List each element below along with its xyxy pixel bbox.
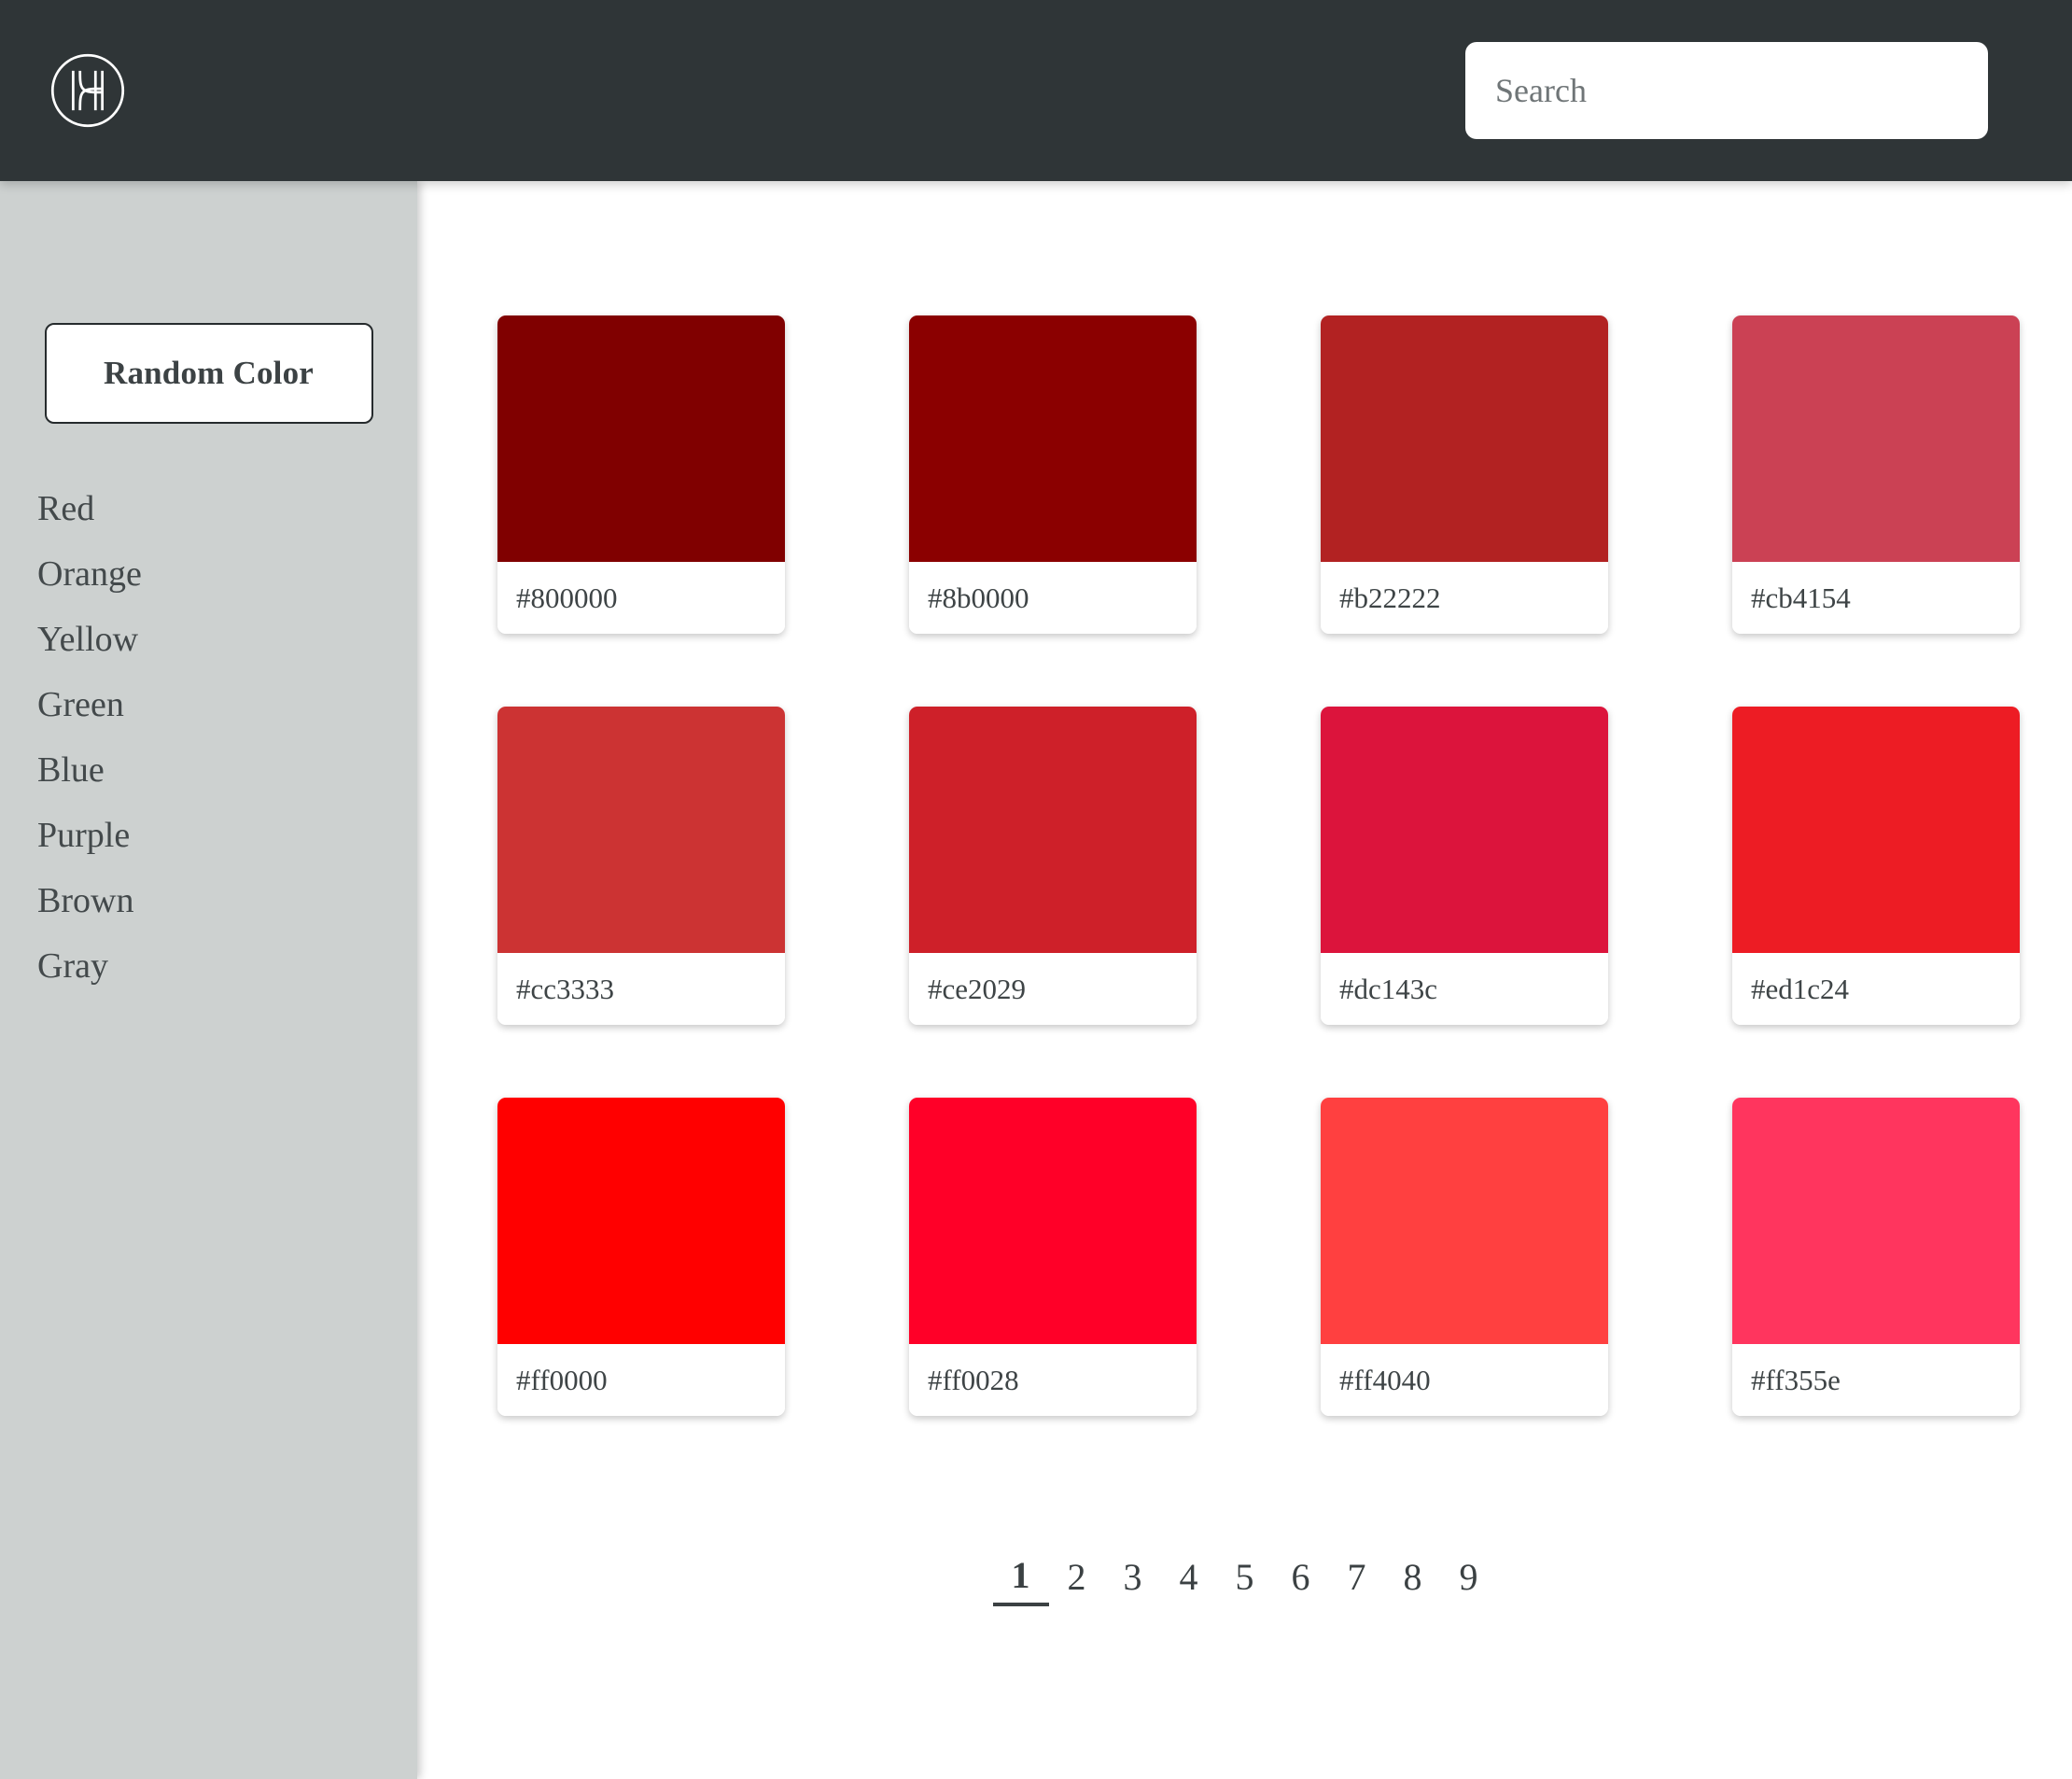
sidebar-item-purple[interactable]: Purple — [37, 803, 130, 868]
color-hex-label: #ff0000 — [497, 1344, 785, 1416]
random-color-button[interactable]: Random Color — [45, 323, 373, 424]
color-swatch — [909, 315, 1197, 562]
color-swatch — [1321, 315, 1608, 562]
color-hex-label: #ff4040 — [1321, 1344, 1608, 1416]
pagination-page-4[interactable]: 4 — [1161, 1555, 1217, 1604]
color-hex-label: #ce2029 — [909, 953, 1197, 1025]
color-hex-label: #8b0000 — [909, 562, 1197, 634]
color-card[interactable]: #ff4040 — [1321, 1098, 1608, 1416]
color-card[interactable]: #cc3333 — [497, 707, 785, 1025]
sidebar: Random Color Red Orange Yellow Green Blu… — [0, 181, 417, 1779]
color-card[interactable]: #800000 — [497, 315, 785, 634]
color-card[interactable]: #cb4154 — [1732, 315, 2020, 634]
color-hex-label: #800000 — [497, 562, 785, 634]
pagination-page-6[interactable]: 6 — [1273, 1555, 1329, 1604]
color-card[interactable]: #ce2029 — [909, 707, 1197, 1025]
color-swatch — [497, 1098, 785, 1344]
color-swatch — [1732, 1098, 2020, 1344]
color-swatch-grid: #800000 #8b0000 #b22222 #cb4154 #cc3333 #ce20… — [417, 181, 2072, 1416]
color-card[interactable]: #dc143c — [1321, 707, 1608, 1025]
color-swatch — [909, 707, 1197, 953]
sidebar-item-orange[interactable]: Orange — [37, 541, 142, 607]
pagination-page-7[interactable]: 7 — [1329, 1555, 1385, 1604]
pagination-page-9[interactable]: 9 — [1441, 1555, 1497, 1604]
color-swatch — [1321, 1098, 1608, 1344]
color-card[interactable]: #ed1c24 — [1732, 707, 2020, 1025]
color-hex-label: #ff0028 — [909, 1344, 1197, 1416]
pagination-page-5[interactable]: 5 — [1217, 1555, 1273, 1604]
color-swatch — [1732, 707, 2020, 953]
pagination-page-1[interactable]: 1 — [993, 1553, 1049, 1606]
color-category-nav: Red Orange Yellow Green Blue Purple Brow… — [0, 476, 417, 999]
sidebar-item-blue[interactable]: Blue — [37, 737, 105, 803]
color-card[interactable]: #ff0000 — [497, 1098, 785, 1416]
sidebar-item-brown[interactable]: Brown — [37, 868, 133, 933]
sidebar-item-gray[interactable]: Gray — [37, 933, 108, 999]
color-card[interactable]: #ff355e — [1732, 1098, 2020, 1416]
main-content: #800000 #8b0000 #b22222 #cb4154 #cc3333 #ce20… — [417, 181, 2072, 1779]
color-swatch — [909, 1098, 1197, 1344]
sidebar-item-green[interactable]: Green — [37, 672, 124, 737]
color-hex-label: #b22222 — [1321, 562, 1608, 634]
app-logo-icon[interactable] — [45, 48, 131, 133]
color-hex-label: #ff355e — [1732, 1344, 2020, 1416]
pagination-page-2[interactable]: 2 — [1049, 1555, 1105, 1604]
sidebar-item-yellow[interactable]: Yellow — [37, 607, 138, 672]
pagination-page-3[interactable]: 3 — [1105, 1555, 1161, 1604]
color-card[interactable]: #ff0028 — [909, 1098, 1197, 1416]
color-card[interactable]: #b22222 — [1321, 315, 1608, 634]
pagination-page-8[interactable]: 8 — [1385, 1555, 1441, 1604]
app-header — [0, 0, 2072, 181]
color-swatch — [497, 707, 785, 953]
color-card[interactable]: #8b0000 — [909, 315, 1197, 634]
color-hex-label: #ed1c24 — [1732, 953, 2020, 1025]
sidebar-item-red[interactable]: Red — [37, 476, 94, 541]
color-swatch — [497, 315, 785, 562]
color-hex-label: #cc3333 — [497, 953, 785, 1025]
color-swatch — [1732, 315, 2020, 562]
pagination: 123456789 — [417, 1553, 2072, 1606]
color-hex-label: #dc143c — [1321, 953, 1608, 1025]
color-swatch — [1321, 707, 1608, 953]
color-hex-label: #cb4154 — [1732, 562, 2020, 634]
search-input[interactable] — [1465, 42, 1988, 139]
